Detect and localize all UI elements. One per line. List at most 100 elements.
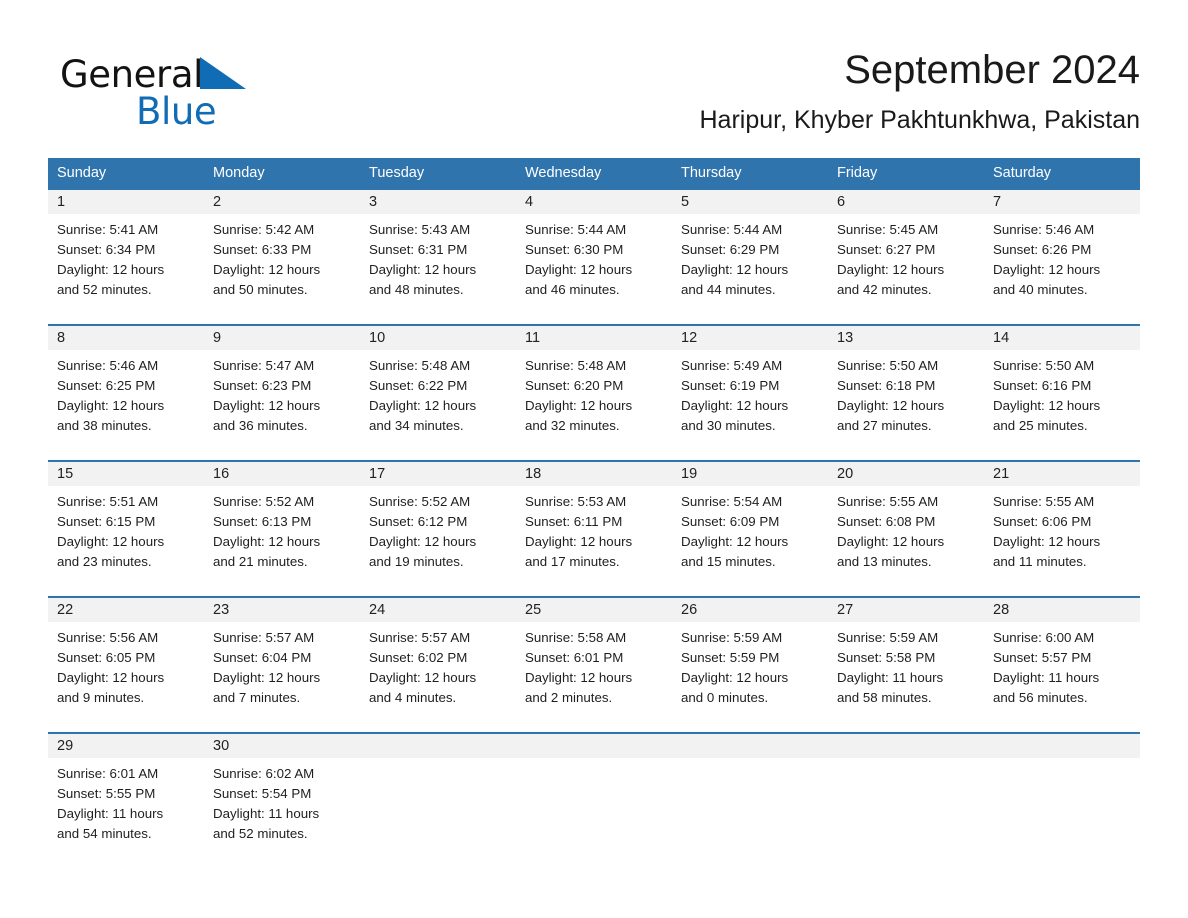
sunrise-text: Sunrise: 5:56 AM: [57, 630, 159, 645]
sunset-text: Sunset: 6:27 PM: [837, 242, 936, 257]
day-cell[interactable]: Sunrise: 5:53 AM Sunset: 6:11 PM Dayligh…: [516, 486, 672, 596]
day-number[interactable]: 11: [516, 326, 672, 350]
day-number[interactable]: 4: [516, 190, 672, 214]
day-cell[interactable]: Sunrise: 5:43 AM Sunset: 6:31 PM Dayligh…: [360, 214, 516, 324]
sunrise-text: Sunrise: 6:02 AM: [213, 766, 315, 781]
day-cell[interactable]: Sunrise: 5:52 AM Sunset: 6:13 PM Dayligh…: [204, 486, 360, 596]
daylight-text-line2: and 52 minutes.: [57, 282, 152, 297]
day-number[interactable]: 2: [204, 190, 360, 214]
day-cell[interactable]: Sunrise: 5:54 AM Sunset: 6:09 PM Dayligh…: [672, 486, 828, 596]
sunrise-text: Sunrise: 5:45 AM: [837, 222, 939, 237]
day-cell[interactable]: Sunrise: 5:59 AM Sunset: 5:58 PM Dayligh…: [828, 622, 984, 732]
day-number[interactable]: 30: [204, 734, 360, 758]
day-cell[interactable]: Sunrise: 6:02 AM Sunset: 5:54 PM Dayligh…: [204, 758, 360, 866]
daylight-text-line1: Daylight: 12 hours: [993, 534, 1101, 549]
day-cell[interactable]: Sunrise: 5:50 AM Sunset: 6:16 PM Dayligh…: [984, 350, 1140, 460]
day-number[interactable]: 16: [204, 462, 360, 486]
page-title: September 2024: [844, 48, 1140, 92]
day-number[interactable]: 21: [984, 462, 1140, 486]
sunset-text: Sunset: 5:59 PM: [681, 650, 780, 665]
daylight-text-line1: Daylight: 12 hours: [525, 670, 633, 685]
day-cell[interactable]: Sunrise: 5:42 AM Sunset: 6:33 PM Dayligh…: [204, 214, 360, 324]
day-cell[interactable]: Sunrise: 5:57 AM Sunset: 6:04 PM Dayligh…: [204, 622, 360, 732]
day-cell[interactable]: Sunrise: 5:55 AM Sunset: 6:08 PM Dayligh…: [828, 486, 984, 596]
day-cell[interactable]: Sunrise: 5:49 AM Sunset: 6:19 PM Dayligh…: [672, 350, 828, 460]
day-cell[interactable]: Sunrise: 5:59 AM Sunset: 5:59 PM Dayligh…: [672, 622, 828, 732]
daylight-text-line2: and 4 minutes.: [369, 690, 457, 705]
sunrise-text: Sunrise: 5:49 AM: [681, 358, 783, 373]
day-number[interactable]: 10: [360, 326, 516, 350]
sunrise-text: Sunrise: 5:55 AM: [837, 494, 939, 509]
sunrise-text: Sunrise: 5:46 AM: [993, 222, 1095, 237]
day-number[interactable]: 6: [828, 190, 984, 214]
day-cell[interactable]: Sunrise: 6:01 AM Sunset: 5:55 PM Dayligh…: [48, 758, 204, 866]
day-cell[interactable]: Sunrise: 5:41 AM Sunset: 6:34 PM Dayligh…: [48, 214, 204, 324]
daylight-text-line2: and 56 minutes.: [993, 690, 1088, 705]
day-number[interactable]: 9: [204, 326, 360, 350]
day-cell[interactable]: Sunrise: 5:48 AM Sunset: 6:20 PM Dayligh…: [516, 350, 672, 460]
sunset-text: Sunset: 6:23 PM: [213, 378, 312, 393]
day-cell[interactable]: Sunrise: 5:45 AM Sunset: 6:27 PM Dayligh…: [828, 214, 984, 324]
day-number[interactable]: 29: [48, 734, 204, 758]
daylight-text-line2: and 0 minutes.: [681, 690, 769, 705]
day-cell[interactable]: Sunrise: 5:44 AM Sunset: 6:30 PM Dayligh…: [516, 214, 672, 324]
day-number[interactable]: 28: [984, 598, 1140, 622]
week-details: Sunrise: 5:46 AM Sunset: 6:25 PM Dayligh…: [48, 350, 1140, 460]
day-cell-empty: [828, 758, 984, 866]
weekday-header-sunday: Sunday: [57, 165, 107, 181]
sunset-text: Sunset: 6:12 PM: [369, 514, 468, 529]
day-number[interactable]: 8: [48, 326, 204, 350]
day-number[interactable]: 15: [48, 462, 204, 486]
day-number[interactable]: 1: [48, 190, 204, 214]
day-cell[interactable]: Sunrise: 5:58 AM Sunset: 6:01 PM Dayligh…: [516, 622, 672, 732]
day-cell[interactable]: Sunrise: 6:00 AM Sunset: 5:57 PM Dayligh…: [984, 622, 1140, 732]
day-cell[interactable]: Sunrise: 5:51 AM Sunset: 6:15 PM Dayligh…: [48, 486, 204, 596]
sunrise-text: Sunrise: 5:43 AM: [369, 222, 471, 237]
sunset-text: Sunset: 6:31 PM: [369, 242, 468, 257]
daylight-text-line1: Daylight: 11 hours: [213, 806, 320, 821]
brand-logo[interactable]: General Blue: [60, 54, 320, 134]
day-number[interactable]: 22: [48, 598, 204, 622]
daylight-text-line1: Daylight: 12 hours: [681, 534, 789, 549]
day-number[interactable]: 27: [828, 598, 984, 622]
day-number-empty: [984, 734, 1140, 758]
day-cell[interactable]: Sunrise: 5:50 AM Sunset: 6:18 PM Dayligh…: [828, 350, 984, 460]
day-cell[interactable]: Sunrise: 5:56 AM Sunset: 6:05 PM Dayligh…: [48, 622, 204, 732]
day-number[interactable]: 18: [516, 462, 672, 486]
day-cell[interactable]: Sunrise: 5:47 AM Sunset: 6:23 PM Dayligh…: [204, 350, 360, 460]
title-block: September 2024 Haripur, Khyber Pakhtunkh…: [699, 44, 1140, 136]
sunrise-text: Sunrise: 5:41 AM: [57, 222, 159, 237]
day-number[interactable]: 12: [672, 326, 828, 350]
daylight-text-line2: and 25 minutes.: [993, 418, 1088, 433]
daylight-text-line2: and 52 minutes.: [213, 826, 308, 841]
day-cell[interactable]: Sunrise: 5:46 AM Sunset: 6:25 PM Dayligh…: [48, 350, 204, 460]
day-number[interactable]: 7: [984, 190, 1140, 214]
day-number[interactable]: 20: [828, 462, 984, 486]
day-number[interactable]: 25: [516, 598, 672, 622]
day-cell[interactable]: Sunrise: 5:48 AM Sunset: 6:22 PM Dayligh…: [360, 350, 516, 460]
sunset-text: Sunset: 6:22 PM: [369, 378, 468, 393]
daylight-text-line1: Daylight: 12 hours: [213, 398, 321, 413]
day-cell[interactable]: Sunrise: 5:52 AM Sunset: 6:12 PM Dayligh…: [360, 486, 516, 596]
daylight-text-line1: Daylight: 12 hours: [213, 534, 321, 549]
day-number[interactable]: 19: [672, 462, 828, 486]
day-number[interactable]: 24: [360, 598, 516, 622]
day-number[interactable]: 26: [672, 598, 828, 622]
day-cell[interactable]: Sunrise: 5:46 AM Sunset: 6:26 PM Dayligh…: [984, 214, 1140, 324]
daylight-text-line2: and 42 minutes.: [837, 282, 932, 297]
day-number[interactable]: 17: [360, 462, 516, 486]
sunrise-text: Sunrise: 5:42 AM: [213, 222, 315, 237]
week-daynumbers: 1 2 3 4 5 6 7: [48, 190, 1140, 214]
day-cell[interactable]: Sunrise: 5:55 AM Sunset: 6:06 PM Dayligh…: [984, 486, 1140, 596]
daylight-text-line1: Daylight: 12 hours: [57, 534, 165, 549]
day-number[interactable]: 3: [360, 190, 516, 214]
day-cell[interactable]: Sunrise: 5:57 AM Sunset: 6:02 PM Dayligh…: [360, 622, 516, 732]
day-number[interactable]: 13: [828, 326, 984, 350]
day-cell[interactable]: Sunrise: 5:44 AM Sunset: 6:29 PM Dayligh…: [672, 214, 828, 324]
day-number[interactable]: 14: [984, 326, 1140, 350]
daylight-text-line1: Daylight: 12 hours: [57, 262, 165, 277]
day-number[interactable]: 5: [672, 190, 828, 214]
daylight-text-line2: and 9 minutes.: [57, 690, 145, 705]
daylight-text-line2: and 27 minutes.: [837, 418, 932, 433]
day-number[interactable]: 23: [204, 598, 360, 622]
